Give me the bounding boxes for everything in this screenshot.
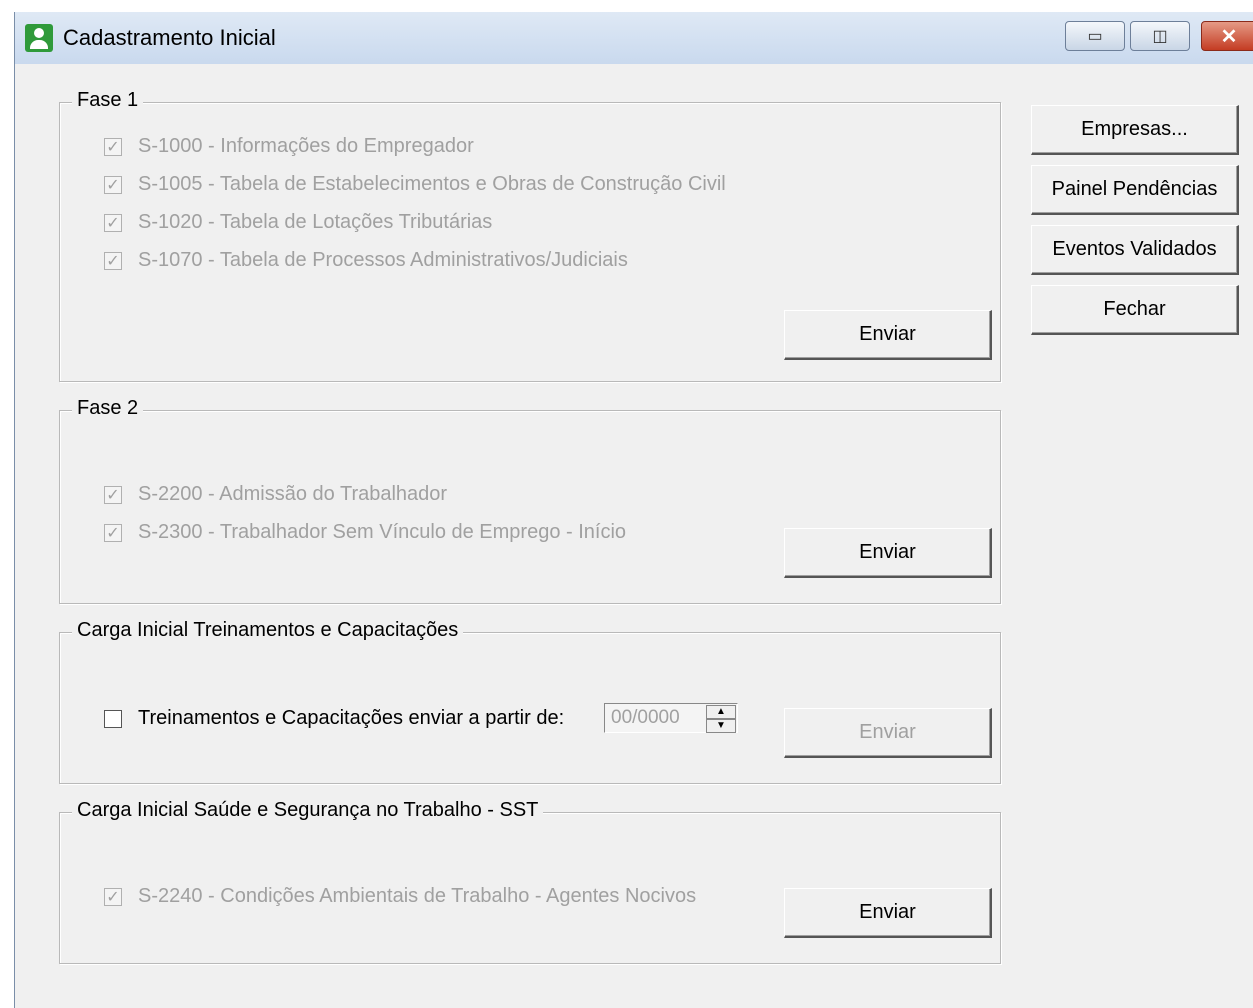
checkbox-label: S-2200 - Admissão do Trabalhador	[138, 483, 448, 505]
checkbox-box: ✓	[104, 485, 122, 504]
fase2-legend: Fase 2	[72, 397, 144, 420]
minimize-icon: ▭	[1087, 28, 1103, 45]
title-bar[interactable]: Cadastramento Inicial ▭ ◫ ✕	[15, 12, 1253, 64]
checkbox-s2200: ✓ S-2200 - Admissão do Trabalhador	[104, 483, 447, 506]
person-icon	[25, 24, 53, 52]
close-icon: ✕	[1220, 25, 1238, 48]
checkbox-box: ✓	[104, 175, 122, 194]
checkbox-s1000: ✓ S-1000 - Informações do Empregador	[104, 135, 474, 158]
checkbox-label: S-1070 - Tabela de Processos Administrat…	[138, 249, 628, 271]
checkbox-label: Treinamentos e Capacitações enviar a par…	[138, 707, 565, 729]
painel-pendencias-button[interactable]: Painel Pendências	[1031, 165, 1239, 215]
checkbox-label: S-2240 - Condições Ambientais de Trabalh…	[138, 885, 697, 907]
fase2-group: Fase 2 ✓ S-2200 - Admissão do Trabalhador…	[59, 397, 1001, 604]
treinamentos-send-button: Enviar	[784, 708, 992, 758]
fechar-button[interactable]: Fechar	[1031, 285, 1239, 335]
sst-send-button[interactable]: Enviar	[784, 888, 992, 938]
checkbox-box[interactable]	[104, 709, 122, 728]
checkbox-label: S-1005 - Tabela de Estabelecimentos e Ob…	[138, 173, 726, 195]
checkbox-label: S-1020 - Tabela de Lotações Tributárias	[138, 211, 493, 233]
empresas-button[interactable]: Empresas...	[1031, 105, 1239, 155]
date-spinner[interactable]: ▲ ▼	[706, 705, 736, 733]
sst-group: Carga Inicial Saúde e Segurança no Traba…	[59, 799, 1001, 964]
fase1-group: Fase 1 ✓ S-1000 - Informações do Empregad…	[59, 89, 1001, 382]
fase1-legend: Fase 1	[72, 89, 144, 112]
checkbox-box: ✓	[104, 887, 122, 906]
checkbox-s2240: ✓ S-2240 - Condições Ambientais de Trabal…	[104, 885, 696, 908]
checkbox-s2300: ✓ S-2300 - Trabalhador Sem Vínculo de Emp…	[104, 521, 626, 544]
checkbox-s1020: ✓ S-1020 - Tabela de Lotações Tributárias	[104, 211, 492, 234]
eventos-validados-button[interactable]: Eventos Validados	[1031, 225, 1239, 275]
main-window: Cadastramento Inicial ▭ ◫ ✕ Fase 1 ✓ S-10…	[14, 12, 1253, 1008]
close-button[interactable]: ✕	[1201, 21, 1253, 51]
sst-legend: Carga Inicial Saúde e Segurança no Traba…	[72, 799, 544, 822]
checkbox-s1070: ✓ S-1070 - Tabela de Processos Administra…	[104, 249, 628, 272]
date-field[interactable]: 00/0000 ▲ ▼	[604, 703, 738, 733]
fase1-send-button[interactable]: Enviar	[784, 310, 992, 360]
checkbox-s1005: ✓ S-1005 - Tabela de Estabelecimentos e O…	[104, 173, 726, 196]
maximize-button[interactable]: ◫	[1130, 21, 1190, 51]
checkbox-box: ✓	[104, 251, 122, 270]
checkbox-box: ✓	[104, 523, 122, 542]
checkbox-box: ✓	[104, 213, 122, 232]
window-title: Cadastramento Inicial	[63, 25, 276, 50]
minimize-button[interactable]: ▭	[1065, 21, 1125, 51]
treinamentos-group: Carga Inicial Treinamentos e Capacitaçõe…	[59, 619, 1001, 784]
date-value: 00/0000	[611, 707, 680, 728]
checkbox-label: S-1000 - Informações do Empregador	[138, 135, 474, 157]
checkbox-label: S-2300 - Trabalhador Sem Vínculo de Empr…	[138, 521, 627, 543]
spin-up-icon[interactable]: ▲	[706, 705, 736, 719]
treinamentos-legend: Carga Inicial Treinamentos e Capacitaçõe…	[72, 619, 464, 642]
checkbox-treinamentos[interactable]: Treinamentos e Capacitações enviar a par…	[104, 707, 564, 730]
spin-down-icon[interactable]: ▼	[706, 719, 736, 733]
fase2-send-button[interactable]: Enviar	[784, 528, 992, 578]
maximize-icon: ◫	[1152, 28, 1168, 45]
checkbox-box: ✓	[104, 137, 122, 156]
